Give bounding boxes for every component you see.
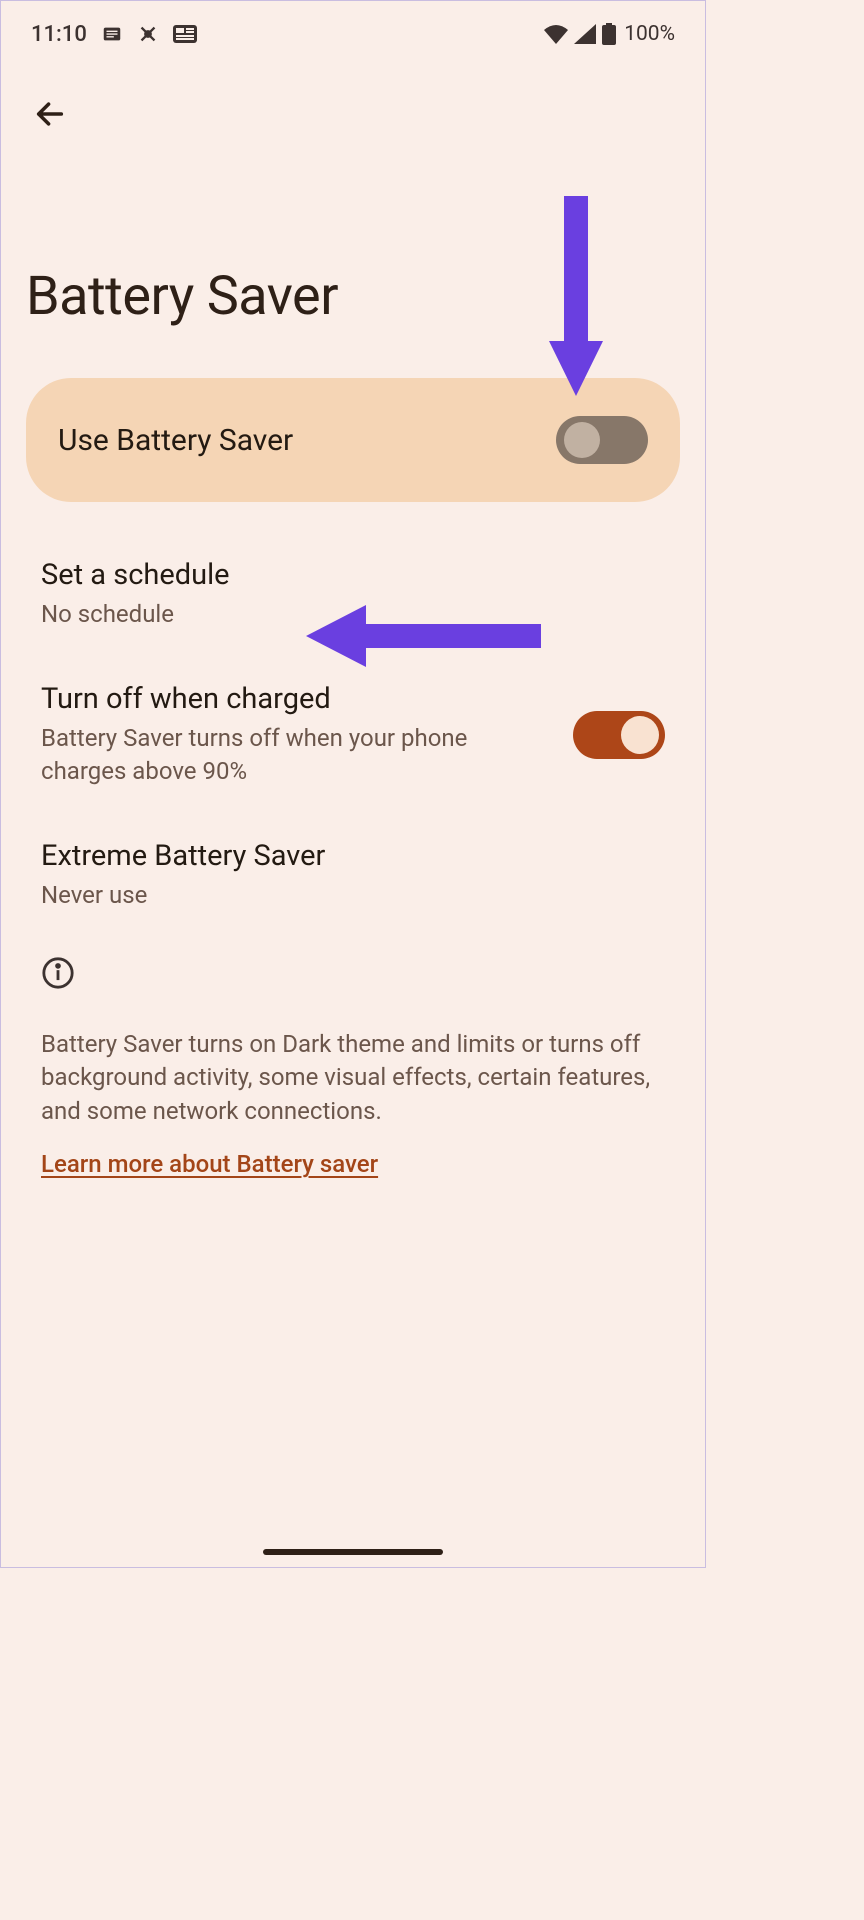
status-time: 11:10 [31,22,87,47]
turn-off-when-charged-switch[interactable] [573,711,665,759]
photos-icon [137,23,159,45]
extreme-subtitle: Never use [41,879,665,911]
back-button[interactable] [21,87,79,145]
info-icon [41,975,75,994]
battery-icon [602,23,616,45]
turn-off-when-charged-title: Turn off when charged [41,682,545,716]
status-bar: 11:10 100% [1,1,705,57]
use-battery-saver-switch[interactable] [556,416,648,464]
turn-off-when-charged-item[interactable]: Turn off when charged Battery Saver turn… [1,656,705,813]
set-schedule-title: Set a schedule [41,558,665,592]
app-bar [1,57,705,145]
messages-icon [101,23,123,45]
set-schedule-subtitle: No schedule [41,598,665,630]
navigation-handle[interactable] [263,1549,443,1555]
learn-more-link[interactable]: Learn more about Battery saver [41,1150,378,1178]
use-battery-saver-row[interactable]: Use Battery Saver [26,378,680,502]
wifi-icon [544,24,568,44]
signal-icon [574,24,596,44]
page-title: Battery Saver [1,145,705,378]
extreme-title: Extreme Battery Saver [41,839,665,873]
turn-off-when-charged-subtitle: Battery Saver turns off when your phone … [41,722,545,787]
use-battery-saver-label: Use Battery Saver [58,423,293,458]
extreme-battery-saver-item[interactable]: Extreme Battery Saver Never use [1,813,705,937]
info-block: Battery Saver turns on Dark theme and li… [1,938,705,1179]
set-schedule-item[interactable]: Set a schedule No schedule [1,532,705,656]
news-icon [173,25,197,43]
info-text: Battery Saver turns on Dark theme and li… [41,1028,665,1129]
battery-percent: 100% [624,22,675,46]
